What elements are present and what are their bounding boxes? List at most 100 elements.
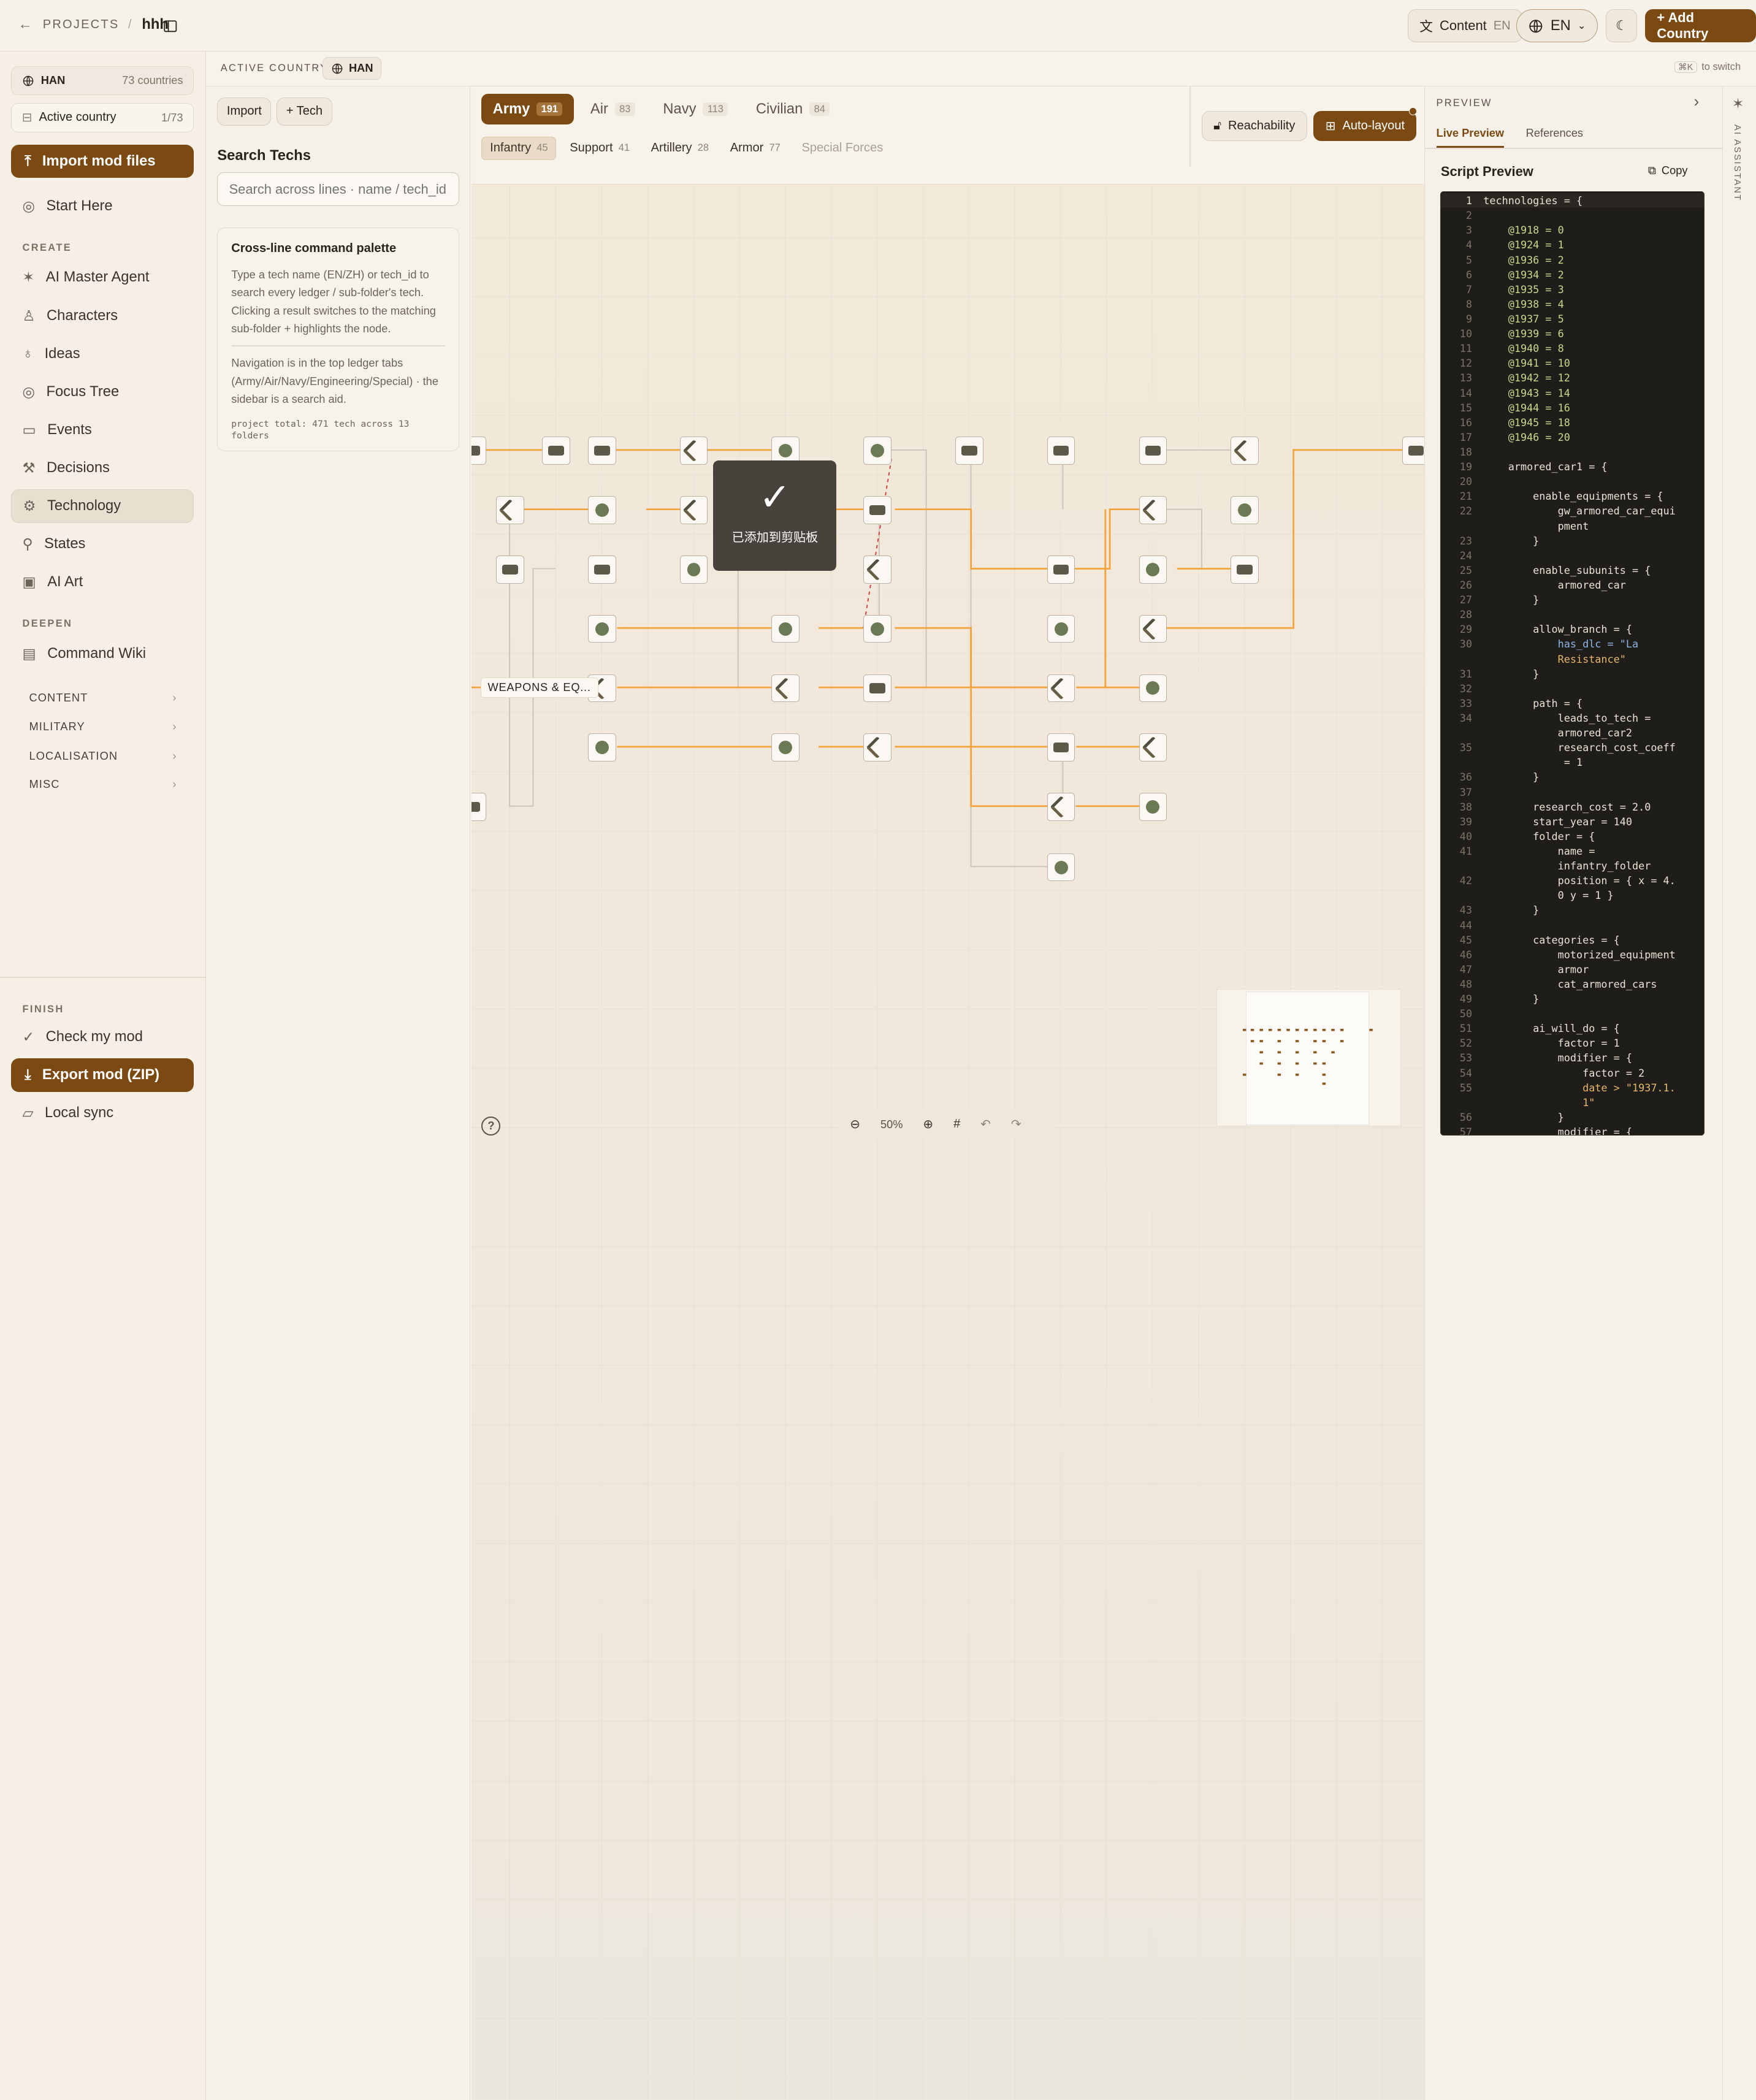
tech-node[interactable]: [496, 496, 524, 524]
tech-node[interactable]: [863, 496, 891, 524]
tech-node[interactable]: [496, 555, 524, 584]
tech-node[interactable]: [471, 793, 486, 821]
section-content[interactable]: CONTENT ›: [20, 684, 186, 711]
tech-node[interactable]: [863, 614, 891, 643]
tech-node[interactable]: [1139, 733, 1167, 762]
tab-live-preview[interactable]: Live Preview: [1436, 126, 1505, 148]
tech-node[interactable]: [771, 674, 800, 703]
nav-characters[interactable]: ♙ Characters: [11, 299, 194, 333]
tech-node[interactable]: [1047, 614, 1075, 643]
active-country-chip[interactable]: HAN: [323, 57, 382, 80]
nav-ai-art[interactable]: ▣ AI Art: [11, 565, 194, 599]
tech-node[interactable]: [587, 555, 616, 584]
tech-node[interactable]: [679, 555, 708, 584]
section-military[interactable]: MILITARY ›: [20, 713, 186, 740]
tech-node[interactable]: [1139, 793, 1167, 821]
tech-node[interactable]: [771, 733, 800, 762]
tech-node[interactable]: [863, 555, 891, 584]
assistant-label[interactable]: AI ASSISTANT: [1732, 124, 1742, 202]
tech-node[interactable]: [1402, 437, 1425, 465]
nav-technology[interactable]: ⚙ Technology: [11, 489, 194, 523]
import-button[interactable]: Import: [217, 97, 272, 126]
tech-node[interactable]: [1231, 496, 1259, 524]
zoom-out-icon[interactable]: ⊖: [850, 1117, 860, 1132]
export-mod-button[interactable]: ⤓ Export mod (ZIP): [11, 1058, 194, 1092]
section-localisation[interactable]: LOCALISATION ›: [20, 743, 186, 769]
tech-node[interactable]: [587, 437, 616, 465]
add-country-button[interactable]: + Add Country: [1645, 9, 1756, 43]
tech-node[interactable]: [679, 496, 708, 524]
tech-node[interactable]: [1047, 437, 1075, 465]
tech-node[interactable]: [1047, 793, 1075, 821]
sidebar-toggle-icon[interactable]: [162, 18, 178, 34]
line-number: 12: [1459, 357, 1473, 370]
undo-icon[interactable]: ↶: [980, 1117, 991, 1132]
zoom-in-icon[interactable]: ⊕: [923, 1117, 933, 1132]
nav-decisions[interactable]: ⚒ Decisions: [11, 451, 194, 485]
nav-ai-master-agent[interactable]: ✶ AI Master Agent: [11, 261, 194, 295]
copy-button[interactable]: ⧉ Copy: [1648, 164, 1688, 177]
assistant-sparkle-icon[interactable]: ✶: [1732, 95, 1744, 113]
folder-label[interactable]: WEAPONS & EQ...: [480, 678, 598, 698]
tech-node[interactable]: [771, 614, 800, 643]
tab-army[interactable]: Army 191: [481, 94, 574, 124]
theme-toggle-button[interactable]: ☾: [1606, 9, 1638, 43]
subtab-special-forces[interactable]: Special Forces: [794, 137, 891, 160]
country-picker[interactable]: HAN 73 countries: [11, 66, 194, 96]
nav-check-my-mod[interactable]: ✓ Check my mod: [11, 1020, 194, 1054]
content-language-button[interactable]: 文 Content EN: [1407, 9, 1522, 43]
subtab-support[interactable]: Support 41: [562, 137, 637, 160]
tech-node[interactable]: [1047, 853, 1075, 882]
tech-node[interactable]: [587, 733, 616, 762]
nav-local-sync[interactable]: ▱ Local sync: [11, 1096, 194, 1130]
tech-node[interactable]: [863, 437, 891, 465]
tech-node[interactable]: [1139, 496, 1167, 524]
script-code-view[interactable]: 1 technologies = {2 3 @1918 = 04 @1924 = 1…: [1440, 191, 1704, 1136]
minimap[interactable]: [1216, 988, 1401, 1127]
active-country-selector[interactable]: ⊟ Active country 1/73: [11, 103, 194, 132]
fit-view-icon[interactable]: #: [953, 1117, 960, 1131]
tab-navy[interactable]: Navy 113: [652, 94, 739, 124]
nav-states[interactable]: ⚲ States: [11, 527, 194, 561]
tech-node[interactable]: [1139, 614, 1167, 643]
collapse-preview-icon[interactable]: ›: [1694, 93, 1700, 111]
tab-civilian[interactable]: Civilian 84: [745, 94, 841, 124]
tech-node[interactable]: [1231, 555, 1259, 584]
tech-node[interactable]: [1139, 555, 1167, 584]
tech-node[interactable]: [1047, 674, 1075, 703]
section-misc[interactable]: MISC ›: [20, 771, 186, 798]
subtab-infantry[interactable]: Infantry 45: [481, 136, 557, 161]
subtab-artillery[interactable]: Artillery 28: [643, 137, 717, 160]
tab-air[interactable]: Air 83: [579, 94, 646, 124]
tech-node[interactable]: [863, 733, 891, 762]
nav-focus-tree[interactable]: ◎ Focus Tree: [11, 375, 194, 409]
auto-layout-button[interactable]: ⊞ Auto-layout: [1313, 110, 1417, 142]
ui-language-select[interactable]: EN ⌄: [1516, 9, 1598, 43]
nav-events[interactable]: ▭ Events: [11, 413, 194, 447]
tech-node[interactable]: [1139, 674, 1167, 703]
add-tech-button[interactable]: + Tech: [277, 97, 332, 126]
tech-node[interactable]: [1047, 555, 1075, 584]
reachability-button[interactable]: 🔓︎ Reachability: [1201, 110, 1307, 142]
redo-icon[interactable]: ↷: [1011, 1117, 1021, 1132]
nav-command-wiki[interactable]: ▤ Command Wiki: [11, 637, 194, 671]
nav-ideas[interactable]: ♁ Ideas: [11, 337, 194, 371]
projects-link[interactable]: PROJECTS: [43, 18, 120, 32]
tech-node[interactable]: [679, 437, 708, 465]
tab-references[interactable]: References: [1526, 126, 1583, 140]
tech-node[interactable]: [955, 437, 983, 465]
subtab-armor[interactable]: Armor 77: [722, 137, 788, 160]
tech-node[interactable]: [471, 437, 486, 465]
tech-node[interactable]: [587, 496, 616, 524]
tech-node[interactable]: [863, 674, 891, 703]
tech-node[interactable]: [1139, 437, 1167, 465]
tech-node[interactable]: [587, 614, 616, 643]
back-arrow-icon[interactable]: ←: [18, 17, 34, 33]
tech-search-input[interactable]: [217, 172, 459, 207]
tech-node[interactable]: [1047, 733, 1075, 762]
tech-node[interactable]: [1231, 437, 1259, 465]
import-mod-files-button[interactable]: ⤒ Import mod files: [11, 144, 194, 178]
tech-tree-canvas[interactable]: WEAPONS & EQ... ✓ 已添加到剪贴板 ? ⊖ 50% ⊕ # ↶ …: [471, 185, 1425, 2100]
nav-start-here[interactable]: ◎ Start Here: [11, 189, 194, 223]
tech-node[interactable]: [542, 437, 570, 465]
